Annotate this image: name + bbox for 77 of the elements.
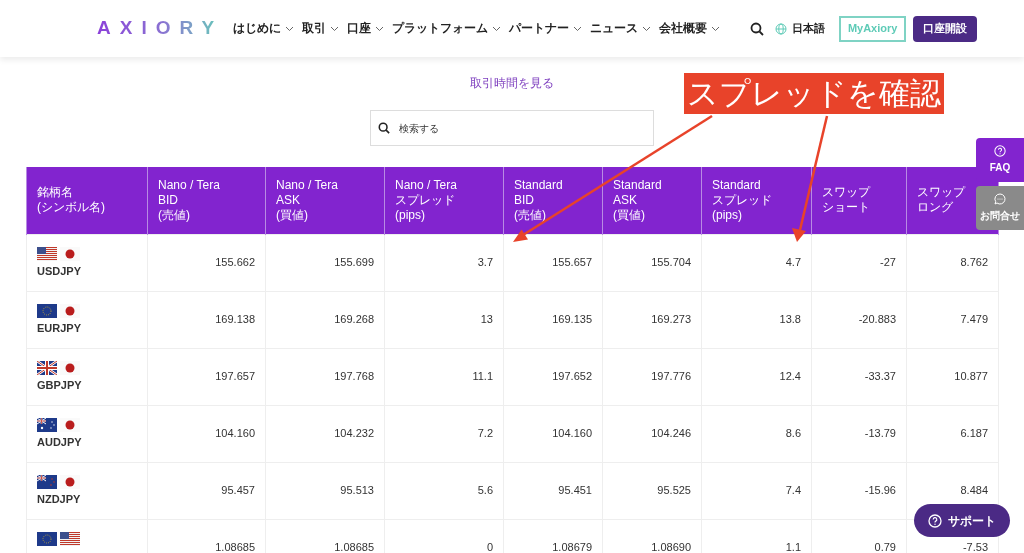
globe-icon — [775, 22, 788, 35]
column-header: Standard スプレッド (pips) — [701, 167, 812, 234]
table-cell: 7.4 — [701, 462, 812, 519]
nav-menu-item[interactable]: はじめに — [233, 19, 295, 38]
table-cell: 155.699 — [265, 234, 385, 291]
table-cell: 11.1 — [384, 348, 504, 405]
chevron-down-icon — [285, 25, 295, 32]
table-cell: 104.160 — [147, 405, 266, 462]
table-cell: 95.513 — [265, 462, 385, 519]
table-cell: 169.268 — [265, 291, 385, 348]
chevron-down-icon — [330, 25, 340, 32]
table-cell: 197.652 — [503, 348, 603, 405]
table-cell: 95.525 — [602, 462, 702, 519]
table-cell: 155.704 — [602, 234, 702, 291]
nav-menu-item[interactable]: パートナー — [509, 19, 583, 38]
table-cell: 155.662 — [147, 234, 266, 291]
table-cell: 7.479 — [906, 291, 999, 348]
table-cell: 197.657 — [147, 348, 266, 405]
table-cell: 104.160 — [503, 405, 603, 462]
table-cell: 169.138 — [147, 291, 266, 348]
table-cell: 12.4 — [701, 348, 812, 405]
search-icon[interactable] — [750, 21, 765, 36]
table-cell: 104.232 — [265, 405, 385, 462]
table-cell: -27 — [811, 234, 907, 291]
symbol-name: AUDJPY — [37, 434, 82, 450]
chevron-down-icon — [711, 25, 721, 32]
nav-menu-item[interactable]: 取引 — [302, 19, 340, 38]
table-cell: 13.8 — [701, 291, 812, 348]
language-selector[interactable]: 日本語 — [792, 20, 826, 37]
table-cell: 169.273 — [602, 291, 702, 348]
support-button[interactable]: サポート — [914, 504, 1010, 537]
table-cell: -33.37 — [811, 348, 907, 405]
search-icon — [378, 122, 390, 134]
column-header: Nano / Tera BID (売値) — [147, 167, 266, 234]
nav-menu-item[interactable]: 口座 — [347, 19, 385, 38]
symbol-name: EURJPY — [37, 320, 82, 336]
open-account-button[interactable]: 口座開設 — [913, 15, 978, 42]
table-cell: 95.457 — [147, 462, 266, 519]
table-cell: -15.96 — [811, 462, 907, 519]
search-field[interactable]: 検索する — [370, 110, 654, 146]
table-cell: 5.6 — [384, 462, 504, 519]
table-cell: 197.768 — [265, 348, 385, 405]
trading-hours-link[interactable]: 取引時間を見る — [470, 74, 554, 92]
faq-tab[interactable]: FAQ — [976, 138, 1024, 182]
table-cell: 95.451 — [503, 462, 603, 519]
table-cell: 8.6 — [701, 405, 812, 462]
table-cell: 104.246 — [602, 405, 702, 462]
nav-menu-item[interactable]: ニュース — [590, 19, 652, 38]
chevron-down-icon — [492, 25, 502, 32]
chevron-down-icon — [573, 25, 583, 32]
column-header: 銘柄名 (シンボル名) — [26, 167, 148, 234]
chat-bubble-icon — [994, 193, 1006, 205]
table-cell: 3.7 — [384, 234, 504, 291]
column-header: Nano / Tera ASK (買値) — [265, 167, 385, 234]
nav-menu-item[interactable]: プラットフォーム — [392, 19, 502, 38]
table-cell: -20.883 — [811, 291, 907, 348]
table-cell: 6.187 — [906, 405, 999, 462]
table-cell: 197.776 — [602, 348, 702, 405]
column-header: スワップ ショート — [811, 167, 907, 234]
symbol-name: GBPJPY — [37, 377, 82, 393]
chevron-down-icon — [642, 25, 652, 32]
column-header: Standard BID (売値) — [503, 167, 603, 234]
nav-menu-item[interactable]: 会社概要 — [659, 19, 721, 38]
table-cell: 8.762 — [906, 234, 999, 291]
table-cell: 169.135 — [503, 291, 603, 348]
column-header: Nano / Tera スプレッド (pips) — [384, 167, 504, 234]
help-icon — [928, 513, 942, 528]
symbol-name: NZDJPY — [37, 491, 81, 507]
table-cell: 7.2 — [384, 405, 504, 462]
column-header: Standard ASK (買値) — [602, 167, 702, 234]
chevron-down-icon — [375, 25, 385, 32]
table-cell: -13.79 — [811, 405, 907, 462]
annotation-label: スプレッドを確認 — [684, 73, 944, 114]
table-cell: 10.877 — [906, 348, 999, 405]
symbol-name: USDJPY — [37, 263, 82, 279]
help-icon — [994, 145, 1006, 157]
table-cell: 13 — [384, 291, 504, 348]
